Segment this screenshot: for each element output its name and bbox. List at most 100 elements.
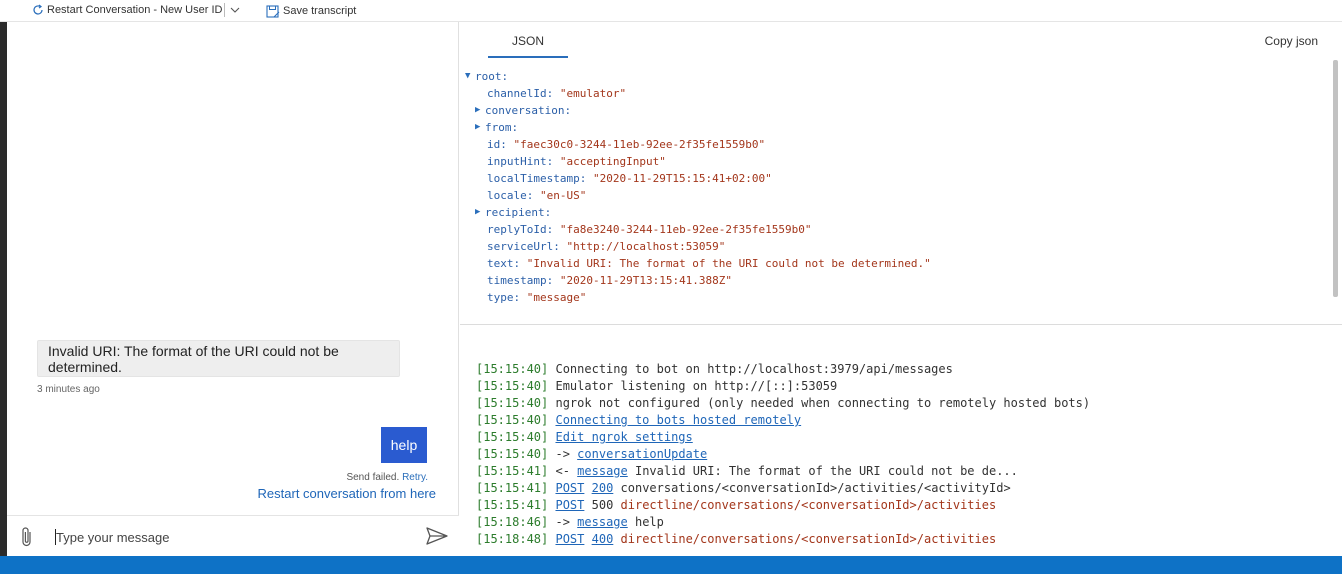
json-key: from: — [485, 121, 519, 134]
user-message-bubble[interactable]: help — [381, 427, 427, 463]
save-transcript-label: Save transcript — [283, 5, 357, 17]
collapsed-arrow-icon[interactable]: ▶ — [475, 119, 485, 136]
log-line: [15:15:40] Connecting to bot on http://l… — [476, 361, 1090, 378]
log-lines: [15:15:40] Connecting to bot on http://l… — [476, 361, 1090, 548]
send-status: Send failed. Retry. — [346, 472, 428, 483]
log-timestamp: [15:15:40] — [476, 362, 549, 376]
log-timestamp: [15:15:41] — [476, 498, 549, 512]
log-line: [15:15:40] Connecting to bots hosted rem… — [476, 412, 1090, 429]
log-text: Emulator listening on http://[::]:53059 — [555, 379, 838, 393]
message-input-bar — [7, 515, 459, 556]
json-key: replyToId: — [487, 223, 554, 236]
collapsed-arrow-icon[interactable]: ▶ — [475, 102, 485, 119]
log-link[interactable]: Connecting to bots hosted remotely — [555, 413, 801, 427]
user-message-text: help — [390, 437, 418, 453]
log-timestamp: [15:15:40] — [476, 396, 549, 410]
log-text: help — [627, 515, 664, 529]
collapsed-arrow-icon[interactable]: ▶ — [475, 204, 485, 221]
log-link[interactable]: POST — [555, 532, 584, 546]
json-value: "acceptingInput" — [553, 155, 666, 168]
log-text: <- — [555, 464, 578, 478]
log-line: [15:15:40] ngrok not configured (only ne… — [476, 395, 1090, 412]
json-key: inputHint: — [487, 155, 554, 168]
bot-message-bubble: Invalid URI: The format of the URI could… — [37, 340, 400, 377]
json-tree-row: inputHint: "acceptingInput" — [465, 153, 931, 170]
json-tree-row: text: "Invalid URI: The format of the UR… — [465, 255, 931, 272]
json-value: "Invalid URI: The format of the URI coul… — [520, 257, 931, 270]
log-line: [15:15:40] Edit ngrok settings — [476, 429, 1090, 446]
copy-json-button[interactable]: Copy json — [1265, 34, 1318, 48]
json-key: serviceUrl: — [487, 240, 560, 253]
toolbar-divider — [224, 3, 225, 17]
log-timestamp: [15:18:46] — [476, 515, 549, 529]
chevron-down-icon[interactable] — [229, 2, 241, 18]
retry-link[interactable]: Retry. — [402, 472, 428, 483]
json-value: "en-US" — [533, 189, 587, 202]
send-icon[interactable] — [425, 526, 449, 546]
json-value: "http://localhost:53059" — [559, 240, 726, 253]
log-line: [15:15:41] POST 500 directline/conversat… — [476, 497, 1090, 514]
restart-conversation-button[interactable]: Restart Conversation - New User ID — [32, 2, 222, 18]
restart-conversation-link[interactable]: Restart conversation from here — [258, 486, 436, 501]
message-input[interactable] — [56, 525, 416, 549]
log-panel: [15:15:40] Connecting to bot on http://l… — [460, 326, 1342, 556]
log-timestamp: [15:15:41] — [476, 481, 549, 495]
log-text: -> — [555, 515, 578, 529]
log-line: [15:18:48] POST 400 directline/conversat… — [476, 531, 1090, 548]
log-line: [15:15:41] <- message Invalid URI: The f… — [476, 463, 1090, 480]
log-path: directline/conversations/<conversationId… — [620, 532, 997, 546]
json-tree-row: channelId: "emulator" — [465, 85, 931, 102]
json-tree-row: replyToId: "fa8e3240-3244-11eb-92ee-2f35… — [465, 221, 931, 238]
scrollbar[interactable] — [1333, 60, 1338, 297]
log-link[interactable]: Edit ngrok settings — [555, 430, 692, 444]
json-tree-row: id: "faec30c0-3244-11eb-92ee-2f35fe1559b… — [465, 136, 931, 153]
log-timestamp: [15:15:40] — [476, 430, 549, 444]
window-edge — [0, 22, 7, 556]
send-failed-text: Send failed. — [346, 472, 400, 483]
json-key: locale: — [487, 189, 534, 202]
log-line: [15:18:46] -> message help — [476, 514, 1090, 531]
json-tree-row: localTimestamp: "2020-11-29T15:15:41+02:… — [465, 170, 931, 187]
log-line: [15:15:40] Emulator listening on http://… — [476, 378, 1090, 395]
json-key: type: — [487, 291, 521, 304]
inspector-panel: JSON Copy json ▼ root: channelId: "emulato… — [460, 22, 1342, 325]
log-link[interactable]: POST — [555, 481, 584, 495]
log-timestamp: [15:15:40] — [476, 379, 549, 393]
log-text: conversations/<conversationId>/activitie… — [613, 481, 1011, 495]
log-line: [15:15:41] POST 200 conversations/<conve… — [476, 480, 1090, 497]
json-tree-row[interactable]: ▶ recipient: — [465, 204, 931, 221]
json-key: timestamp: — [487, 274, 554, 287]
log-link[interactable]: 200 — [592, 481, 614, 495]
log-text: ngrok not configured (only needed when c… — [555, 396, 1091, 410]
json-tree-row: serviceUrl: "http://localhost:53059" — [465, 238, 931, 255]
expanded-arrow-icon[interactable]: ▼ — [465, 68, 475, 85]
json-tree-row[interactable]: ▶ conversation: — [465, 102, 931, 119]
log-timestamp: [15:18:48] — [476, 532, 549, 546]
save-transcript-button[interactable]: Save transcript — [266, 3, 356, 19]
log-link[interactable]: 400 — [592, 532, 614, 546]
refresh-icon — [33, 4, 43, 15]
log-link[interactable]: conversationUpdate — [577, 447, 707, 461]
json-tree-row[interactable]: ▶ from: — [465, 119, 931, 136]
paperclip-icon[interactable] — [19, 526, 35, 548]
json-value: "2020-11-29T15:15:41+02:00" — [586, 172, 772, 185]
bot-message-text: Invalid URI: The format of the URI could… — [48, 342, 339, 375]
json-tree: ▼ root: channelId: "emulator" ▶ conversation… — [465, 68, 931, 306]
tab-json[interactable]: JSON — [488, 32, 568, 58]
json-value: "2020-11-29T13:15:41.388Z" — [553, 274, 733, 287]
log-line: [15:15:40] -> conversationUpdate — [476, 446, 1090, 463]
log-link[interactable]: POST — [555, 498, 584, 512]
log-text: -> — [555, 447, 578, 461]
json-value: "emulator" — [553, 87, 627, 100]
json-key: text: — [487, 257, 521, 270]
toolbar: Restart Conversation - New User ID Save … — [0, 0, 1342, 22]
log-link[interactable]: message — [577, 464, 628, 478]
save-icon — [266, 4, 280, 18]
log-link[interactable]: message — [577, 515, 628, 529]
json-tree-row[interactable]: ▼ root: — [465, 68, 931, 85]
log-timestamp: [15:15:40] — [476, 447, 549, 461]
json-key: recipient: — [485, 206, 552, 219]
